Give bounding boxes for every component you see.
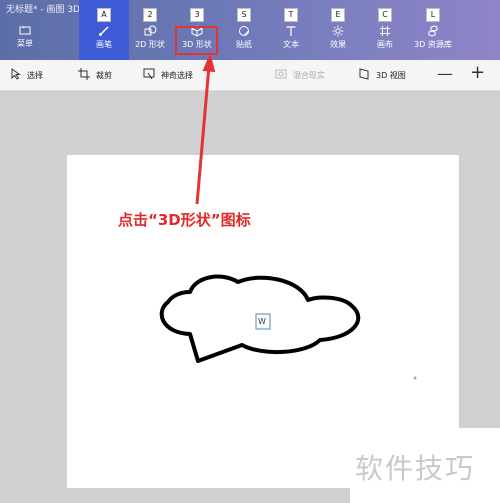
ribbon: 无标题* - 画图 3D 菜单 A 画笔 2 2D 形状 3 3D 形状 S 贴… <box>0 0 500 60</box>
view-3d-button[interactable]: 3D 视图 <box>358 68 406 82</box>
crop-label: 裁剪 <box>96 70 112 80</box>
zoom-in-button[interactable]: + <box>470 62 485 83</box>
view-3d-icon <box>358 68 370 82</box>
magic-select-icon <box>143 68 155 82</box>
view-3d-label: 3D 视图 <box>376 70 406 80</box>
cursor-icon <box>11 68 22 82</box>
watermark: 软件技巧 <box>355 452 476 485</box>
canvas-icon <box>378 25 392 37</box>
zoom-out-label: — <box>437 64 453 83</box>
tab-label: 2D 形状 <box>135 40 165 49</box>
zoom-in-label: + <box>470 62 486 83</box>
sticker-icon <box>237 25 251 37</box>
zoom-out-button[interactable]: — <box>437 64 453 83</box>
tab-3d-library[interactable]: L 3D 资源库 <box>408 0 458 60</box>
shapes-2d-icon <box>143 25 157 37</box>
tab-label: 3D 资源库 <box>414 40 452 49</box>
select-button[interactable]: 选择 <box>11 68 43 82</box>
magic-select-label: 神奇选择 <box>161 70 193 80</box>
keytip: 2 <box>143 8 157 22</box>
mixed-reality-button[interactable]: 混合现实 <box>275 68 325 82</box>
magic-select-button[interactable]: 神奇选择 <box>143 68 193 82</box>
keytip: E <box>331 8 345 22</box>
keytip: L <box>426 8 440 22</box>
tab-text[interactable]: T 文本 <box>266 0 316 60</box>
toolbar: 选择 裁剪 神奇选择 混合现实 3D 视图 — + <box>0 60 500 91</box>
mixed-reality-icon <box>275 68 287 82</box>
keytip: 3 <box>190 8 204 22</box>
tab-effects[interactable]: E 效果 <box>313 0 363 60</box>
library-icon <box>426 25 440 37</box>
tab-label: 菜单 <box>17 39 33 48</box>
tab-2d-shapes[interactable]: 2 2D 形状 <box>125 0 175 60</box>
text-box-content[interactable]: W <box>258 317 266 326</box>
tab-brushes[interactable]: A 画笔 <box>79 0 129 60</box>
crop-icon <box>78 68 90 82</box>
effects-icon <box>331 25 345 37</box>
tab-label: 画布 <box>377 40 393 49</box>
highlight-box <box>175 26 218 55</box>
select-label: 选择 <box>27 70 43 80</box>
text-icon <box>284 25 298 37</box>
tab-label: 画笔 <box>96 40 112 49</box>
mixed-reality-label: 混合现实 <box>293 70 325 80</box>
keytip: C <box>378 8 392 22</box>
keytip: S <box>237 8 251 22</box>
tab-stickers[interactable]: S 贴纸 <box>219 0 269 60</box>
tab-menu[interactable]: 菜单 <box>0 0 50 60</box>
crop-button[interactable]: 裁剪 <box>78 68 112 82</box>
brush-icon <box>97 25 111 37</box>
tab-label: 贴纸 <box>236 40 252 49</box>
annotation-text: 点击“3D形状”图标 <box>118 211 251 229</box>
tab-label: 文本 <box>283 40 299 49</box>
folder-icon <box>18 24 32 36</box>
tab-label: 效果 <box>330 40 346 49</box>
tab-canvas[interactable]: C 画布 <box>360 0 410 60</box>
keytip: T <box>284 8 298 22</box>
keytip: A <box>97 8 111 22</box>
